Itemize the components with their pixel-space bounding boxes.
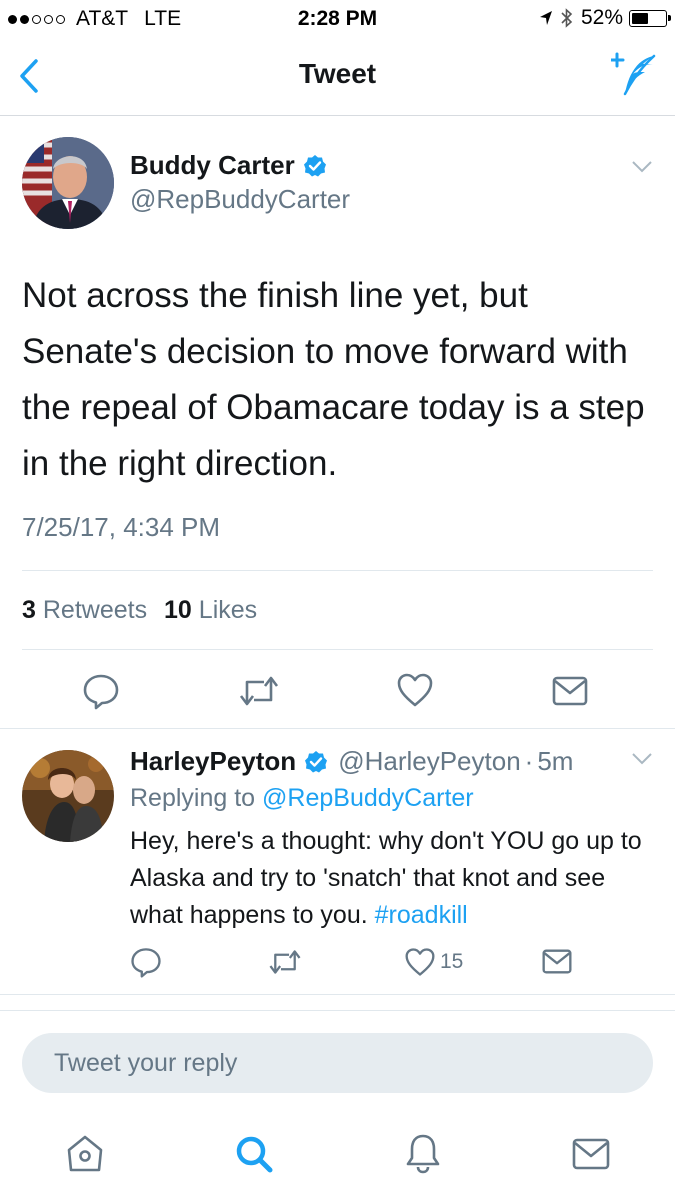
bluetooth-icon (561, 8, 573, 28)
divider (22, 649, 653, 650)
battery-percent: 52% (580, 6, 623, 29)
reply-author-avatar[interactable] (22, 750, 114, 842)
envelope-icon (552, 676, 588, 706)
reply-retweet-button[interactable] (268, 948, 302, 976)
status-bar: AT&T LTE 2:28 PM 52% (0, 0, 675, 38)
reply-like-count: 15 (440, 950, 464, 973)
direct-message-button[interactable] (552, 676, 588, 706)
reply-icon (83, 674, 119, 710)
reply-actions (0, 940, 675, 985)
tweet-text: Not across the finish line yet, but Sena… (22, 276, 645, 483)
replying-to-link[interactable]: @RepBuddyCarter (262, 784, 474, 812)
chevron-down-icon (632, 753, 652, 765)
divider (0, 1010, 675, 1011)
hashtag-link[interactable]: #roadkill (375, 901, 468, 929)
heart-icon (397, 673, 433, 707)
messages-icon (572, 1138, 610, 1170)
retweet-icon (269, 950, 301, 974)
separator-dot: · (524, 746, 534, 776)
reply-text: Hey, here's a thought: why don't YOU go … (130, 823, 655, 934)
divider (0, 728, 675, 729)
search-icon (236, 1136, 273, 1173)
battery-icon (629, 9, 671, 27)
replying-prefix: Replying to (130, 784, 256, 812)
divider (22, 570, 653, 571)
envelope-icon (542, 949, 572, 974)
retweet-button[interactable] (238, 674, 280, 708)
compose-feather-icon (611, 52, 656, 96)
heart-icon (405, 948, 435, 976)
tab-home[interactable] (64, 1134, 106, 1174)
retweets-label: Retweets (42, 596, 148, 624)
tweet-timestamp: 7/25/17, 4:34 PM (22, 512, 221, 542)
reply-options-button[interactable] (631, 752, 653, 766)
author-handle[interactable]: @RepBuddyCarter (130, 184, 350, 215)
retweets-count: 3 (22, 596, 36, 624)
verified-badge-icon (303, 154, 326, 176)
reply-author-handle[interactable]: @HarleyPeyton (338, 746, 520, 777)
page-title: Tweet (298, 58, 377, 89)
reply-author-name[interactable]: HarleyPeyton (130, 746, 296, 777)
verified-badge-icon (305, 750, 328, 772)
replying-to: Replying to @RepBuddyCarter (130, 784, 474, 813)
engagement-counts: 3 Retweets 10 Likes (22, 596, 257, 625)
tab-search[interactable] (234, 1134, 274, 1174)
tweet-reply-input[interactable]: Tweet your reply (22, 1033, 653, 1093)
divider (0, 994, 675, 995)
tab-messages[interactable] (572, 1138, 610, 1170)
likes-label: Likes (198, 596, 258, 624)
chevron-down-icon (632, 161, 652, 173)
likes-count: 10 (164, 596, 192, 624)
tab-notifications[interactable] (404, 1132, 442, 1174)
like-button[interactable] (396, 672, 434, 708)
reply-icon (131, 948, 161, 978)
retweet-icon (239, 676, 279, 706)
author-avatar[interactable] (22, 137, 114, 229)
reply-time: 5m (537, 746, 574, 776)
tweet-options-button[interactable] (631, 160, 653, 174)
reply-input-placeholder: Tweet your reply (54, 1049, 238, 1077)
tab-bar (0, 1130, 675, 1200)
reply-like-button[interactable] (404, 947, 436, 977)
tweet-actions (0, 660, 675, 720)
home-icon (67, 1135, 103, 1172)
notifications-icon (406, 1134, 440, 1174)
location-icon (539, 10, 553, 26)
reply-message-button[interactable] (542, 949, 572, 974)
retweets-stat[interactable]: 3 Retweets (22, 596, 147, 624)
likes-stat[interactable]: 10 Likes (164, 596, 257, 624)
reply-reply-button[interactable] (130, 946, 162, 978)
compose-tweet-button[interactable] (611, 52, 657, 98)
navigation-bar: Tweet (0, 38, 675, 116)
author-name[interactable]: Buddy Carter (130, 150, 295, 181)
reply-button[interactable] (82, 672, 120, 710)
